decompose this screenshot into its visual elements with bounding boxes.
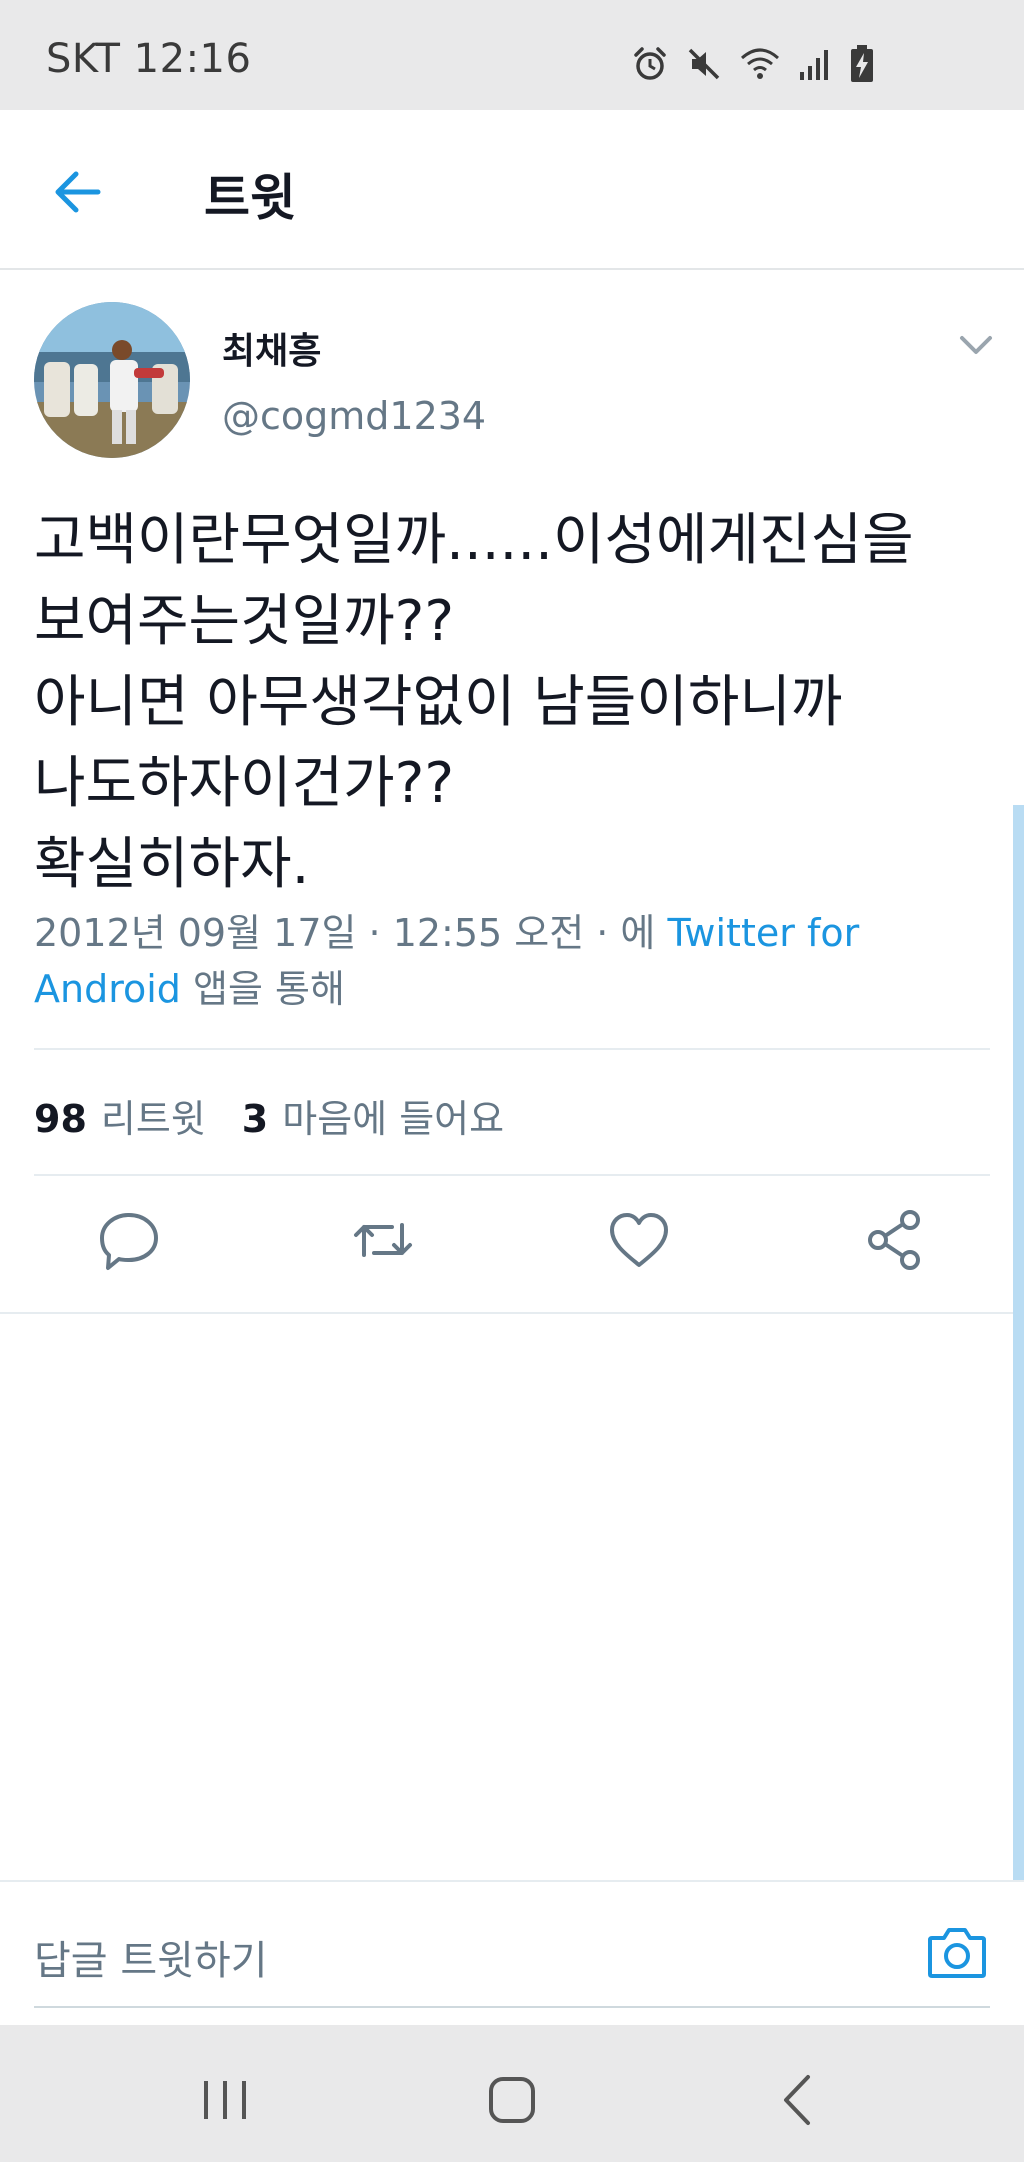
app-bar: 트윗 (0, 110, 1024, 270)
tweet-text-line: 나도하자이건가?? (34, 751, 455, 816)
tweet-stats: 98 리트윗 3 마음에 들어요 (34, 1088, 504, 1143)
tweet-actions (0, 1205, 1024, 1285)
battery-charging-icon (851, 45, 873, 82)
timestamp: 2012년 09월 17일 · 12:55 오전 · 에 (34, 911, 656, 955)
source-suffix: 앱을 통해 (193, 967, 345, 1011)
arrow-left-icon[interactable] (46, 160, 110, 224)
back-icon[interactable] (764, 2065, 834, 2135)
display-name[interactable]: 최채흥 (222, 322, 321, 374)
retweet-icon[interactable] (348, 1205, 418, 1275)
camera-icon[interactable] (926, 1924, 988, 1980)
tweet-text-line: 고백이란무엇일까......이성에게진심을 (34, 508, 914, 573)
status-bar: SKT 12:16 (0, 0, 1024, 110)
home-icon[interactable] (477, 2065, 547, 2135)
reply-icon[interactable] (94, 1205, 164, 1275)
page-title: 트윗 (204, 169, 296, 227)
reply-input[interactable]: 답글 트윗하기 (34, 1928, 268, 1986)
like-stat[interactable]: 3 마음에 들어요 (242, 1088, 504, 1143)
system-nav-bar (0, 2025, 1024, 2162)
signal-icon (800, 50, 828, 80)
carrier-time: SKT 12:16 (46, 36, 252, 82)
avatar[interactable] (34, 302, 190, 458)
retweet-count: 98 (34, 1097, 87, 1141)
retweet-stat[interactable]: 98 리트윗 (34, 1088, 206, 1143)
reply-underline (34, 2006, 990, 2008)
chevron-down-icon[interactable] (956, 330, 996, 360)
status-icons (632, 42, 874, 86)
alarm-icon (634, 47, 666, 80)
divider (0, 1312, 1024, 1314)
user-handle[interactable]: @cogmd1234 (222, 394, 486, 438)
share-icon[interactable] (860, 1205, 930, 1275)
tweet-text-line: 보여주는것일까?? (34, 589, 455, 654)
wifi-icon (741, 48, 779, 79)
like-icon[interactable] (604, 1205, 674, 1275)
divider (34, 1048, 990, 1050)
divider (0, 1880, 1024, 1882)
like-label: 마음에 들어요 (282, 1097, 505, 1141)
tweet-text-line: 아니면 아무생각없이 남들이하니까 (34, 670, 843, 735)
retweet-label: 리트윗 (100, 1097, 206, 1141)
tweet-text-line: 확실히하자. (34, 832, 310, 897)
recents-icon[interactable] (190, 2065, 260, 2135)
like-count: 3 (241, 1097, 269, 1141)
tweet-meta: 2012년 09월 17일 · 12:55 오전 · 에 Twitter for… (34, 905, 994, 1017)
mute-icon (688, 48, 720, 80)
tweet-text: 고백이란무엇일까......이성에게진심을 보여주는것일까?? 아니면 아무생각… (34, 500, 994, 905)
divider (34, 1174, 990, 1176)
scrollbar[interactable] (1013, 805, 1024, 1880)
